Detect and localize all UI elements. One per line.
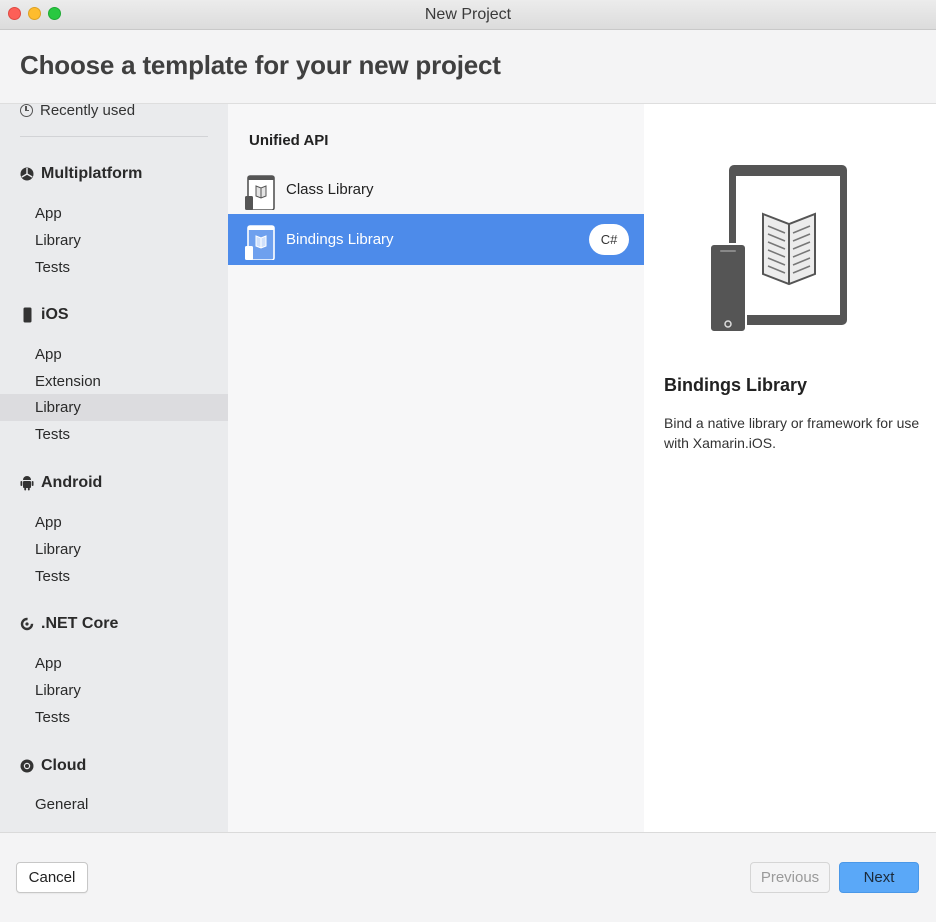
sidebar-item-multiplatform-app[interactable]: App — [0, 200, 228, 227]
sidebar-item-ios-extension[interactable]: Extension — [0, 368, 228, 395]
sidebar-item-dotnet-app[interactable]: App — [0, 650, 228, 677]
category-label: .NET Core — [41, 615, 119, 632]
clock-icon — [20, 104, 33, 117]
template-label: Bindings Library — [286, 231, 394, 248]
phone-icon — [20, 307, 34, 323]
sidebar-item-android-library[interactable]: Library — [0, 536, 228, 563]
sidebar-item-android-tests[interactable]: Tests — [0, 563, 228, 590]
template-list: Unified API Class Library Bindings Libra… — [228, 104, 644, 832]
window-title: New Project — [424, 6, 512, 23]
category-sidebar: Recently used Multiplatform App Library … — [0, 104, 228, 832]
template-group-title: Unified API — [249, 132, 329, 149]
cloud-icon — [20, 758, 34, 774]
category-android: Android — [20, 472, 102, 494]
sidebar-item-cloud-general[interactable]: General — [0, 791, 228, 818]
category-ios: iOS — [20, 304, 69, 326]
template-bindings-library[interactable]: Bindings Library C# — [228, 214, 644, 265]
category-cloud: Cloud — [20, 755, 86, 777]
recently-used-label: Recently used — [40, 104, 136, 119]
detail-title: Bindings Library — [664, 375, 808, 395]
category-label: Android — [41, 474, 103, 491]
footer: Cancel Previous Next — [0, 832, 936, 922]
page-title: Choose a template for your new project — [20, 50, 501, 80]
sidebar-item-multiplatform-tests[interactable]: Tests — [0, 254, 228, 281]
detail-description: Bind a native library or framework for u… — [664, 415, 920, 451]
sidebar-item-ios-library[interactable]: Library — [0, 394, 228, 421]
dotnet-core-icon — [20, 616, 34, 632]
multiplatform-icon — [20, 166, 34, 182]
next-button[interactable]: Next — [839, 862, 919, 893]
language-badge[interactable]: C# — [589, 224, 629, 255]
category-dotnet-core: .NET Core — [20, 613, 118, 635]
header: Choose a template for your new project — [0, 30, 936, 104]
new-project-window: New Project Choose a template for your n… — [0, 0, 936, 922]
android-icon — [20, 475, 34, 491]
template-detail-panel: Bindings Library Bind a native library o… — [644, 104, 936, 832]
category-label: iOS — [41, 306, 69, 323]
sidebar-item-multiplatform-library[interactable]: Library — [0, 227, 228, 254]
category-label: Cloud — [41, 757, 87, 774]
sidebar-item-ios-tests[interactable]: Tests — [0, 421, 228, 448]
template-label: Class Library — [286, 181, 374, 198]
sidebar-item-dotnet-library[interactable]: Library — [0, 677, 228, 704]
sidebar-item-dotnet-tests[interactable]: Tests — [0, 704, 228, 731]
class-library-icon — [245, 170, 285, 211]
category-label: Multiplatform — [41, 165, 143, 182]
sidebar-divider — [20, 136, 208, 137]
sidebar-item-android-app[interactable]: App — [0, 509, 228, 536]
category-multiplatform: Multiplatform — [20, 163, 142, 185]
sidebar-item-ios-app[interactable]: App — [0, 341, 228, 368]
bindings-library-icon — [245, 220, 285, 261]
bindings-library-illustration-icon — [709, 162, 852, 334]
sidebar-item-recently-used[interactable]: Recently used — [20, 104, 135, 121]
cancel-button[interactable]: Cancel — [16, 862, 88, 893]
template-class-library[interactable]: Class Library — [228, 164, 644, 215]
previous-button[interactable]: Previous — [750, 862, 830, 893]
title-bar: New Project — [0, 0, 936, 30]
